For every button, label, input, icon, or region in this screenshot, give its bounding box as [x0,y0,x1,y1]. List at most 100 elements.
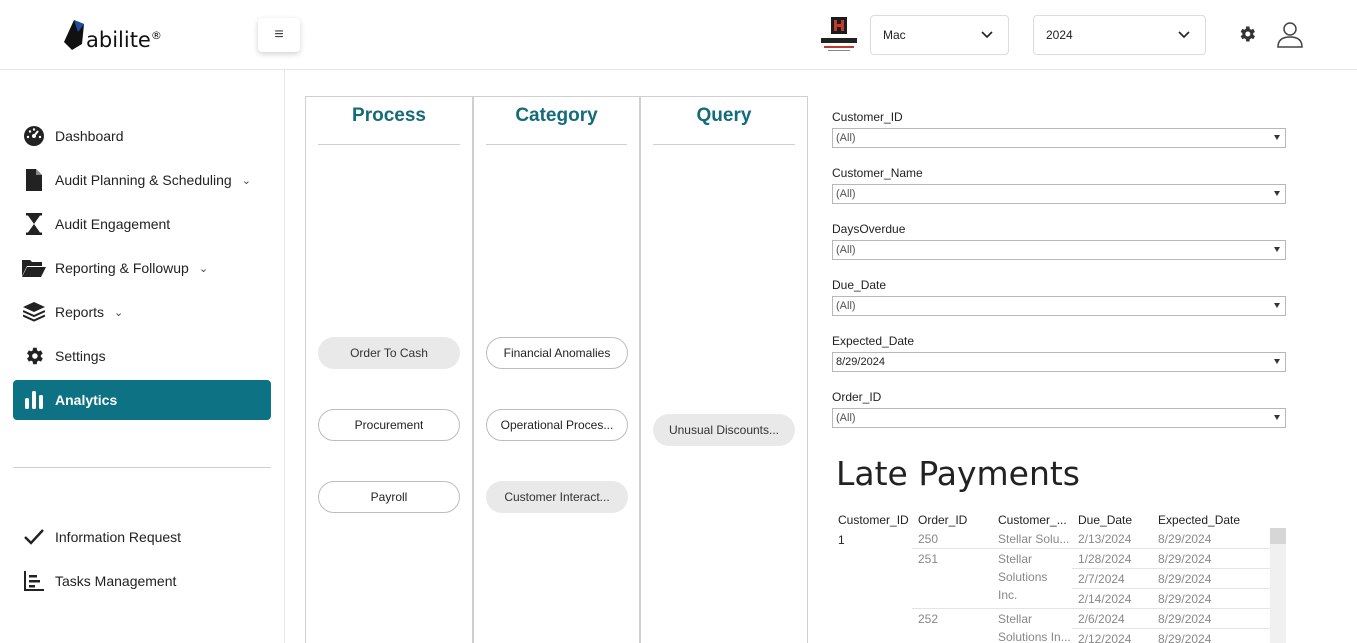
filter-dropdown[interactable]: (All) [832,128,1286,148]
hamburger-icon: ≡ [274,26,284,43]
chevron-down-icon [981,31,993,39]
category-pill-customer-interaction[interactable]: Customer Interact... [486,481,628,513]
sidebar-item-tasks-management[interactable]: Tasks Management [13,561,271,601]
sidebar-item-reporting-followup[interactable]: Reporting & Followup ⌄ [13,248,271,288]
filter-label: Expected_Date [832,334,915,348]
menu-toggle-button[interactable]: ≡ [258,18,300,52]
table-cell-customer: Stellar [998,552,1033,566]
sidebar-divider [13,467,271,468]
sidebar: Dashboard Audit Planning & Scheduling ⌄ … [0,70,285,643]
filter-label: DaysOverdue [832,222,906,236]
late-payments-table: Customer_ID Order_ID Customer_... Due_Da… [836,510,1288,643]
row-divider [1072,628,1270,629]
column-header[interactable]: Customer_ID [838,513,909,527]
logo-mark-icon [64,20,84,50]
year-select[interactable]: 2024 [1033,15,1206,55]
chevron-down-icon [1178,31,1190,39]
category-column-title: Category [515,105,598,126]
column-divider [486,144,627,145]
table-cell-due-date: 2/7/2024 [1078,572,1125,586]
sidebar-item-label: Dashboard [55,128,124,144]
report-title: Late Payments [836,454,1081,493]
column-header[interactable]: Due_Date [1078,513,1132,527]
gear-icon [21,345,47,367]
row-divider [912,548,1270,549]
filter-label: Customer_Name [832,166,923,180]
table-cell-expected-date: 8/29/2024 [1158,632,1212,643]
table-cell-due-date: 2/13/2024 [1078,532,1132,546]
dropdown-arrow-icon [1274,359,1280,364]
filter-customer-name: Customer_Name (All) [832,166,1286,204]
sidebar-item-dashboard[interactable]: Dashboard [13,116,271,156]
filter-order-id: Order_ID (All) [832,390,1286,428]
chevron-down-icon: ⌄ [198,262,209,275]
filter-dropdown[interactable]: (All) [832,408,1286,428]
query-column: Query Unusual Discounts... [640,96,808,643]
filter-customer-id: Customer_ID (All) [832,110,1286,148]
layers-icon [21,302,47,322]
sidebar-item-audit-engagement[interactable]: Audit Engagement [13,204,271,244]
table-cell-expected-date: 8/29/2024 [1158,572,1212,586]
table-cell-customer-id: 1 [838,533,845,547]
sidebar-item-label: Audit Engagement [55,216,171,232]
chevron-down-icon: ⌄ [114,306,124,319]
sidebar-item-analytics[interactable]: Analytics [13,380,271,420]
process-column: Process Order To Cash Procurement Payrol… [305,96,473,643]
abilite-logo[interactable]: abilite® [64,18,164,54]
table-scrollbar[interactable] [1270,528,1286,643]
top-header: abilite® ≡ Mac 2024 [0,0,1357,70]
sidebar-item-information-request[interactable]: Information Request [13,517,271,557]
sidebar-item-label: Audit Planning & Scheduling [55,172,232,188]
sidebar-item-label: Information Request [55,529,182,545]
column-header[interactable]: Customer_... [998,513,1067,527]
process-pill-procurement[interactable]: Procurement [318,409,460,441]
filter-label: Due_Date [832,278,887,292]
process-pill-payroll[interactable]: Payroll [318,481,460,513]
filter-due-date: Due_Date (All) [832,278,1286,316]
sidebar-item-audit-planning[interactable]: Audit Planning & Scheduling ⌄ [13,160,271,200]
column-header[interactable]: Order_ID [918,513,967,527]
filter-label: Customer_ID [832,110,903,124]
table-cell-due-date: 2/12/2024 [1078,632,1132,643]
category-pill-operational-process[interactable]: Operational Proces... [486,409,628,441]
table-cell-expected-date: 8/29/2024 [1158,552,1212,566]
filter-dropdown[interactable]: (All) [832,184,1286,204]
table-cell-customer: Stellar [998,612,1033,626]
dropdown-arrow-icon [1274,135,1280,140]
bar-chart-icon [21,391,47,409]
file-icon [21,169,47,191]
table-scrollbar-thumb[interactable] [1270,528,1286,544]
folder-open-icon [21,258,47,278]
client-logo [818,16,860,54]
entity-select[interactable]: Mac [870,15,1009,55]
process-pill-order-to-cash[interactable]: Order To Cash [318,337,460,369]
category-column: Category Financial Anomalies Operational… [473,96,640,643]
table-cell-customer: Stellar Solu... [998,532,1070,546]
user-profile-icon[interactable] [1276,20,1304,48]
filter-expected-date: Expected_Date 8/29/2024 [832,334,1286,372]
table-cell-customer: Inc. [998,588,1018,602]
table-cell-due-date: 2/14/2024 [1078,592,1132,606]
column-header[interactable]: Expected_Date [1158,513,1240,527]
chevron-down-icon: ⌄ [241,174,251,187]
column-divider [653,144,795,145]
logo-text: abilite [86,28,151,52]
settings-gear-icon[interactable] [1237,24,1257,44]
dropdown-arrow-icon [1274,415,1280,420]
sidebar-item-label: Reporting & Followup [55,260,189,276]
sidebar-item-settings[interactable]: Settings [13,336,271,376]
query-pill-unusual-discounts[interactable]: Unusual Discounts... [653,414,795,446]
dropdown-arrow-icon [1274,191,1280,196]
sidebar-item-reports[interactable]: Reports ⌄ [13,292,271,332]
sidebar-item-label: Settings [55,348,106,364]
filter-dropdown[interactable]: (All) [832,240,1286,260]
category-pill-financial-anomalies[interactable]: Financial Anomalies [486,337,628,369]
table-cell-order-id: 252 [918,612,939,626]
filter-dropdown[interactable]: 8/29/2024 [832,352,1286,372]
table-cell-due-date: 2/6/2024 [1078,612,1125,626]
filter-dropdown[interactable]: (All) [832,296,1286,316]
query-column-title: Query [696,105,752,126]
dropdown-arrow-icon [1274,247,1280,252]
process-column-title: Process [352,105,426,126]
check-icon [21,529,47,545]
